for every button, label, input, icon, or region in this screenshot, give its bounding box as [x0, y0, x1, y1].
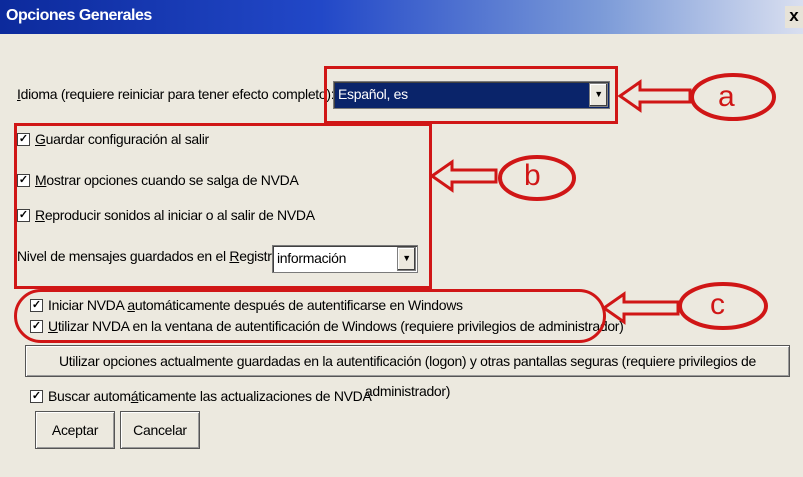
log-level-select-value: información — [277, 250, 347, 266]
checkmark-icon[interactable]: ✓ — [17, 209, 30, 222]
annotation-letter-a: a — [718, 80, 735, 113]
accel: M — [35, 172, 47, 188]
checkbox-play-sounds-label: Reproducir sonidos al iniciar o al salir… — [35, 207, 315, 223]
label-text: tilizar NVDA en la ventana de autentific… — [57, 318, 624, 334]
log-level-label-accel: R — [229, 248, 240, 264]
close-icon[interactable]: x — [785, 6, 803, 28]
accel: U — [48, 318, 58, 334]
label-text: utomáticamente después de autentificarse… — [134, 297, 463, 313]
accel: a — [127, 297, 135, 313]
checkbox-use-on-logon-screen-label: Utilizar NVDA en la ventana de autentifi… — [48, 318, 624, 334]
annotation-letter-b: b — [524, 159, 541, 192]
checkmark-icon[interactable]: ✓ — [30, 390, 43, 403]
ok-button[interactable]: Aceptar — [35, 411, 115, 449]
language-label: Idioma (requiere reiniciar para tener ef… — [17, 86, 335, 102]
arrow-left-icon — [617, 79, 692, 113]
log-level-label: Nivel de mensajes guardados en el Regist… — [17, 248, 279, 264]
label-pre: Buscar autom — [48, 388, 131, 404]
checkmark-icon[interactable]: ✓ — [30, 299, 43, 312]
label-text: ostrar opciones cuando se salga de NVDA — [46, 172, 299, 188]
label-text: eproducir sonidos al iniciar o al salir … — [44, 207, 315, 223]
cancel-button[interactable]: Cancelar — [120, 411, 200, 449]
checkmark-icon[interactable]: ✓ — [17, 174, 30, 187]
window-title: Opciones Generales — [6, 7, 152, 24]
checkmark-icon[interactable]: ✓ — [17, 133, 30, 146]
label-text: ticamente las actualizaciones de NVDA — [138, 388, 372, 404]
checkbox-save-config-label: Guardar configuración al salir — [35, 131, 209, 147]
log-level-select[interactable]: información ▼ — [272, 245, 418, 273]
chevron-down-icon[interactable]: ▼ — [397, 247, 416, 271]
checkbox-show-exit-options-label: Mostrar opciones cuando se salga de NVDA — [35, 172, 299, 188]
accel: R — [35, 207, 45, 223]
language-label-text: dioma (requiere reiniciar para tener efe… — [20, 86, 335, 102]
arrow-left-icon — [429, 159, 498, 193]
label-pre: Iniciar NVDA — [48, 297, 128, 313]
checkbox-autostart-after-logon-label: Iniciar NVDA automáticamente después de … — [48, 297, 463, 313]
label-text: uardar configuración al salir — [45, 131, 210, 147]
log-level-label-pre: Nivel de mensajes guardados en el — [17, 248, 230, 264]
language-select-value: Español, es — [338, 86, 408, 102]
annotation-letter-c: c — [710, 288, 725, 321]
language-select[interactable]: Español, es ▼ — [333, 81, 610, 109]
use-saved-settings-button[interactable]: Utilizar opciones actualmente guardadas … — [25, 345, 790, 399]
checkbox-check-updates-label: Buscar automáticamente las actualizacion… — [48, 388, 372, 404]
checkmark-icon[interactable]: ✓ — [30, 320, 43, 333]
title-bar: Opciones Generales x — [0, 0, 803, 34]
chevron-down-icon[interactable]: ▼ — [589, 83, 608, 107]
accel: G — [35, 131, 46, 147]
